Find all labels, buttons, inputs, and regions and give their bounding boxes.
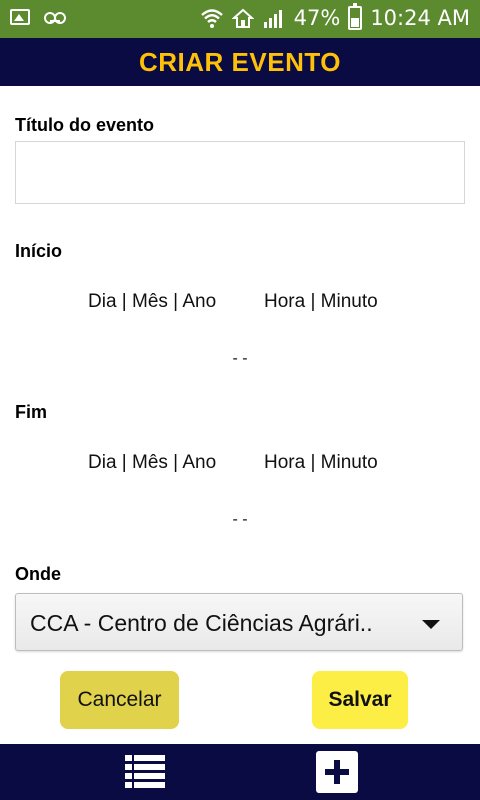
voicemail-icon [44, 9, 66, 25]
battery-icon [348, 3, 363, 30]
location-select-value: CCA - Centro de Ciências Agrári.. [30, 610, 373, 636]
end-date-picker[interactable]: Dia | Mês | Ano [88, 452, 216, 474]
status-bar: 47% 10:24 AM [0, 0, 480, 38]
start-time-picker[interactable]: Hora | Minuto [264, 291, 378, 313]
location-select[interactable]: CCA - Centro de Ciências Agrári.. [15, 593, 463, 651]
page-title: CRIAR EVENTO [139, 46, 341, 77]
plus-icon [325, 760, 349, 784]
system-icons: 47% 10:24 AM [200, 3, 470, 30]
end-time-picker[interactable]: Hora | Minuto [264, 452, 378, 474]
where-label: Onde [15, 564, 62, 584]
end-value: - - [232, 511, 248, 528]
home-icon [231, 8, 254, 28]
app-header: CRIAR EVENTO [0, 38, 480, 86]
end-label: Fim [15, 402, 48, 422]
add-icon[interactable] [316, 751, 358, 793]
list-icon[interactable] [125, 754, 165, 790]
event-title-input[interactable] [15, 141, 465, 204]
start-label: Início [15, 241, 63, 261]
event-title-label: Título do evento [15, 115, 154, 135]
wifi-icon [200, 9, 223, 28]
signal-icon [263, 10, 282, 28]
dropdown-arrow-icon [422, 620, 440, 629]
cancel-button[interactable]: Cancelar [60, 671, 179, 729]
start-date-picker[interactable]: Dia | Mês | Ano [88, 291, 216, 313]
battery-percent: 47% [293, 6, 341, 30]
notification-icons [10, 9, 66, 25]
bottom-nav [0, 744, 480, 800]
clock: 10:24 AM [370, 6, 470, 30]
image-notification-icon [10, 9, 30, 25]
save-button[interactable]: Salvar [312, 671, 408, 729]
start-value: - - [232, 350, 248, 367]
